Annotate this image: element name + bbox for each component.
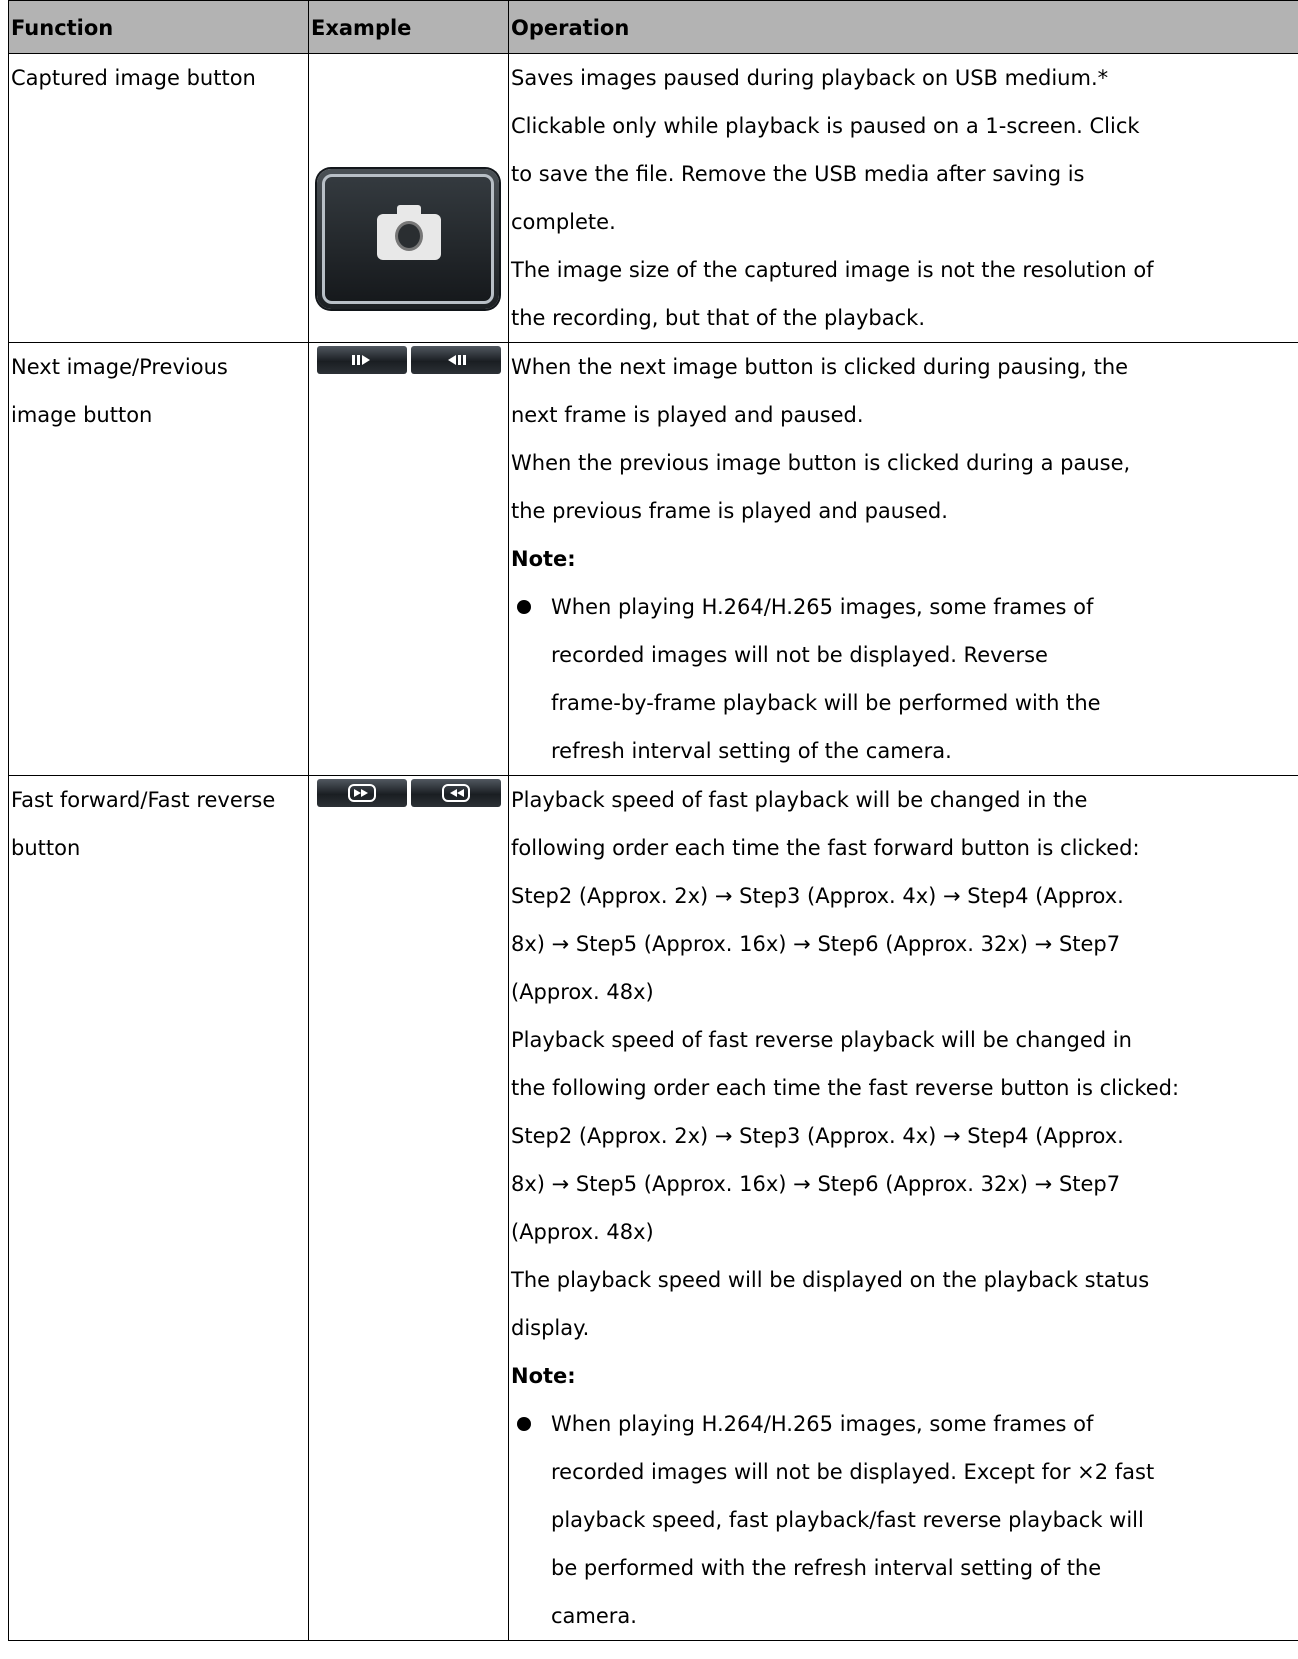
operation-line: complete. [511, 210, 616, 234]
note-line: recorded images will not be displayed. E… [551, 1460, 1155, 1484]
operation-line: following order each time the fast forwa… [511, 836, 1140, 860]
operation-line: to save the file. Remove the USB media a… [511, 162, 1085, 186]
header-example: Example [308, 0, 509, 54]
function-name: image button [11, 403, 153, 427]
operation-line: (Approx. 48x) [511, 1220, 654, 1244]
header-function: Function [8, 0, 309, 54]
next-image-icon [317, 346, 407, 374]
note-bullet: When playing H.264/H.265 images, some fr… [511, 583, 1296, 775]
operation-line: the previous frame is played and paused. [511, 499, 948, 523]
operation-line: next frame is played and paused. [511, 403, 864, 427]
function-name: Captured image button [11, 66, 256, 90]
operation-line: When the next image button is clicked du… [511, 355, 1129, 379]
note-line: frame-by-frame playback will be performe… [551, 691, 1101, 715]
function-name: Next image/Previous [11, 355, 228, 379]
example-cell [308, 53, 509, 343]
operation-line: the recording, but that of the playback. [511, 306, 926, 330]
operation-line: the following order each time the fast r… [511, 1076, 1180, 1100]
camera-capture-button-icon [317, 169, 499, 309]
note-line: refresh interval setting of the camera. [551, 739, 952, 763]
note-label: Note: [511, 1364, 576, 1388]
function-cell: Captured image button [8, 53, 309, 343]
function-cell: Next image/Previous image button [8, 342, 309, 776]
operation-line: Clickable only while playback is paused … [511, 114, 1140, 138]
note-line: recorded images will not be displayed. R… [551, 643, 1048, 667]
operation-cell: Saves images paused during playback on U… [508, 53, 1298, 343]
operation-line: Step2 (Approx. 2x) → Step3 (Approx. 4x) … [511, 1124, 1124, 1148]
note-line: be performed with the refresh interval s… [551, 1556, 1102, 1580]
operation-line: 8x) → Step5 (Approx. 16x) → Step6 (Appro… [511, 932, 1121, 956]
previous-image-icon [411, 346, 501, 374]
table-row: Captured image button Saves images pause… [8, 53, 1298, 343]
operation-line: Saves images paused during playback on U… [511, 66, 1109, 90]
note-line: When playing H.264/H.265 images, some fr… [551, 595, 1094, 619]
fast-reverse-icon [411, 779, 501, 807]
operation-line: 8x) → Step5 (Approx. 16x) → Step6 (Appro… [511, 1172, 1121, 1196]
operation-line: Playback speed of fast playback will be … [511, 788, 1088, 812]
bullet-icon [517, 600, 531, 614]
header-operation: Operation [508, 0, 1298, 54]
function-cell: Fast forward/Fast reverse button [8, 775, 309, 1641]
example-cell [308, 342, 509, 776]
operation-line: Playback speed of fast reverse playback … [511, 1028, 1132, 1052]
function-table: Function Example Operation Captured imag… [8, 0, 1298, 1641]
table-header-row: Function Example Operation [8, 0, 1298, 54]
operation-line: display. [511, 1316, 590, 1340]
table-row: Next image/Previous image button When th… [8, 342, 1298, 776]
operation-cell: When the next image button is clicked du… [508, 342, 1298, 776]
operation-line: When the previous image button is clicke… [511, 451, 1131, 475]
operation-line: (Approx. 48x) [511, 980, 654, 1004]
note-line: camera. [551, 1604, 637, 1628]
table-row: Fast forward/Fast reverse button Playbac… [8, 775, 1298, 1641]
fast-forward-icon [317, 779, 407, 807]
operation-line: The playback speed will be displayed on … [511, 1268, 1150, 1292]
bullet-icon [517, 1417, 531, 1431]
function-name: Fast forward/Fast reverse [11, 788, 276, 812]
note-label: Note: [511, 547, 576, 571]
note-line: playback speed, fast playback/fast rever… [551, 1508, 1144, 1532]
function-name: button [11, 836, 81, 860]
operation-line: Step2 (Approx. 2x) → Step3 (Approx. 4x) … [511, 884, 1124, 908]
note-bullet: When playing H.264/H.265 images, some fr… [511, 1400, 1296, 1640]
note-line: When playing H.264/H.265 images, some fr… [551, 1412, 1094, 1436]
operation-cell: Playback speed of fast playback will be … [508, 775, 1298, 1641]
example-cell [308, 775, 509, 1641]
operation-line: The image size of the captured image is … [511, 258, 1154, 282]
